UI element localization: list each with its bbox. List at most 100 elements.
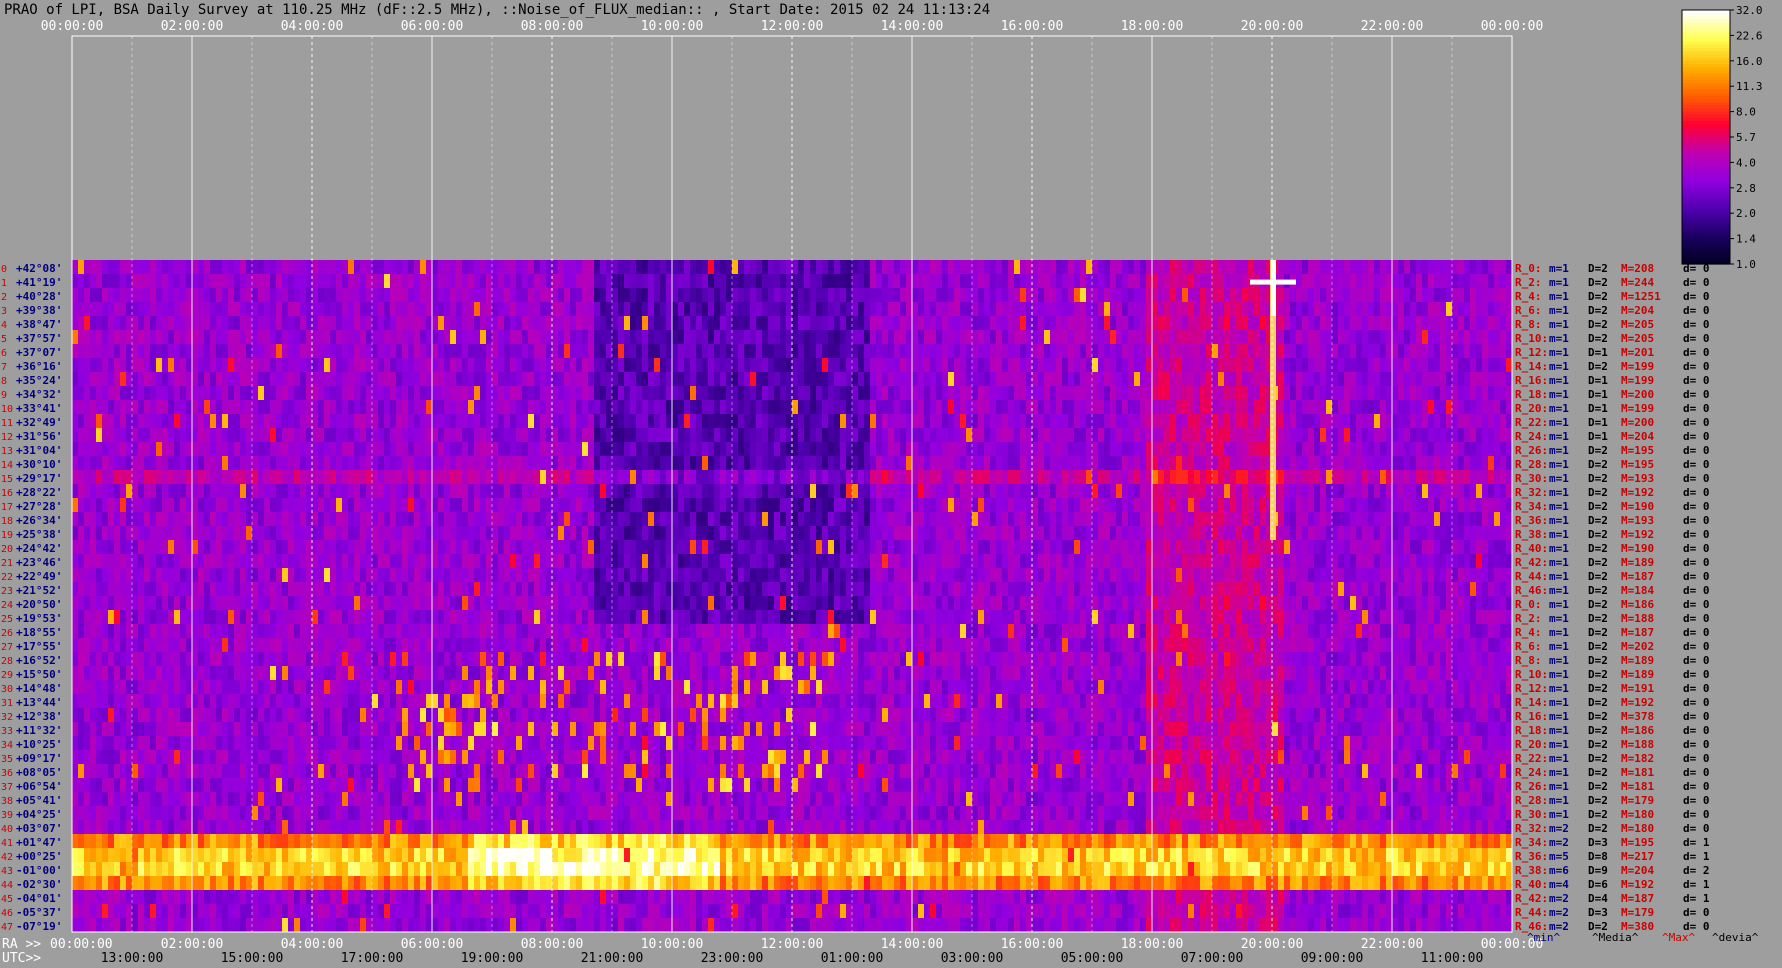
heatmap-cell	[1386, 512, 1393, 527]
heatmap-cell	[906, 358, 913, 373]
heatmap-cell	[1338, 330, 1345, 345]
heatmap-cell	[1014, 540, 1021, 555]
heatmap-cell	[1392, 414, 1399, 429]
heatmap-cell	[360, 372, 367, 387]
heatmap-cell	[402, 386, 409, 401]
heatmap-cell	[1332, 330, 1339, 345]
heatmap-cell	[720, 400, 727, 415]
heatmap-cell	[126, 442, 133, 457]
heatmap-cell	[444, 302, 451, 317]
heatmap-cell	[102, 456, 109, 471]
heatmap-cell	[1236, 358, 1243, 373]
heatmap-cell	[810, 358, 817, 373]
heatmap-cell	[492, 386, 499, 401]
heatmap-cell	[1158, 260, 1165, 275]
heatmap-cell	[654, 428, 661, 443]
heatmap-cell	[432, 442, 439, 457]
heatmap-cell	[714, 288, 721, 303]
heatmap-cell	[1212, 498, 1219, 513]
heatmap-cell	[870, 400, 877, 415]
heatmap-cell	[132, 540, 139, 555]
heatmap-cell	[936, 484, 943, 499]
heatmap-cell	[1104, 484, 1111, 499]
heatmap-cell	[1026, 288, 1033, 303]
heatmap-cell	[768, 288, 775, 303]
heatmap-cell	[1314, 288, 1321, 303]
heatmap-cell	[420, 274, 427, 289]
heatmap-cell	[258, 288, 265, 303]
heatmap-cell	[72, 470, 79, 485]
heatmap-cell	[546, 540, 553, 555]
heatmap-cell	[1170, 498, 1177, 513]
heatmap-cell	[750, 540, 757, 555]
heatmap-cell	[1014, 428, 1021, 443]
heatmap-cell	[930, 400, 937, 415]
heatmap-cell	[246, 302, 253, 317]
heatmap-cell	[1350, 414, 1357, 429]
heatmap-cell	[1368, 260, 1375, 275]
heatmap-cell	[978, 372, 985, 387]
heatmap-cell	[870, 260, 877, 275]
heatmap-cell	[1392, 498, 1399, 513]
heatmap-cell	[1488, 442, 1495, 457]
heatmap-cell	[168, 260, 175, 275]
heatmap-cell	[852, 540, 859, 555]
heatmap-cell	[1476, 484, 1483, 499]
heatmap-cell	[132, 330, 139, 345]
heatmap-cell	[1044, 386, 1051, 401]
heatmap-cell	[156, 372, 163, 387]
heatmap-cell	[1062, 358, 1069, 373]
heatmap-cell	[1200, 526, 1207, 541]
heatmap-cell	[1074, 344, 1081, 359]
heatmap-cell	[1458, 414, 1465, 429]
heatmap-cell	[252, 358, 259, 373]
heatmap-cell	[186, 288, 193, 303]
heatmap-cell	[1458, 428, 1465, 443]
heatmap-cell	[114, 372, 121, 387]
heatmap-cell	[186, 386, 193, 401]
heatmap-cell	[330, 414, 337, 429]
heatmap-cell	[1170, 470, 1177, 485]
heatmap-cell	[558, 498, 565, 513]
heatmap-cell	[858, 526, 865, 541]
heatmap-cell	[1308, 302, 1315, 317]
heatmap-cell	[1008, 470, 1015, 485]
heatmap-cell	[990, 372, 997, 387]
heatmap-cell	[1278, 260, 1285, 275]
heatmap-cell	[1128, 386, 1135, 401]
heatmap-cell	[726, 442, 733, 457]
heatmap-cell	[498, 330, 505, 345]
heatmap-cell	[240, 302, 247, 317]
heatmap-cell	[768, 498, 775, 513]
heatmap-cell	[738, 484, 745, 499]
heatmap-cell	[582, 526, 589, 541]
heatmap-cell	[174, 302, 181, 317]
heatmap-cell	[114, 484, 121, 499]
heatmap-cell	[756, 372, 763, 387]
heatmap-cell	[426, 288, 433, 303]
heatmap-cell	[876, 330, 883, 345]
heatmap-cell	[222, 288, 229, 303]
heatmap-cell	[1452, 456, 1459, 471]
heatmap-cell	[1074, 358, 1081, 373]
heatmap-cell	[1350, 400, 1357, 415]
heatmap-cell	[624, 470, 631, 485]
heatmap-cell	[858, 512, 865, 527]
heatmap-cell	[846, 358, 853, 373]
heatmap-cell	[162, 512, 169, 527]
heatmap-cell	[600, 400, 607, 415]
heatmap-cell	[1332, 428, 1339, 443]
heatmap-cell	[1068, 316, 1075, 331]
heatmap-cell	[354, 498, 361, 513]
heatmap-cell	[222, 540, 229, 555]
heatmap-cell	[192, 400, 199, 415]
heatmap-cell	[1362, 302, 1369, 317]
heatmap-cell	[528, 274, 535, 289]
heatmap-cell	[138, 344, 145, 359]
heatmap-cell	[1356, 470, 1363, 485]
heatmap-cell	[1152, 512, 1159, 527]
heatmap-cell	[546, 372, 553, 387]
heatmap-cell	[1086, 316, 1093, 331]
heatmap-cell	[144, 498, 151, 513]
heatmap-cell	[816, 330, 823, 345]
